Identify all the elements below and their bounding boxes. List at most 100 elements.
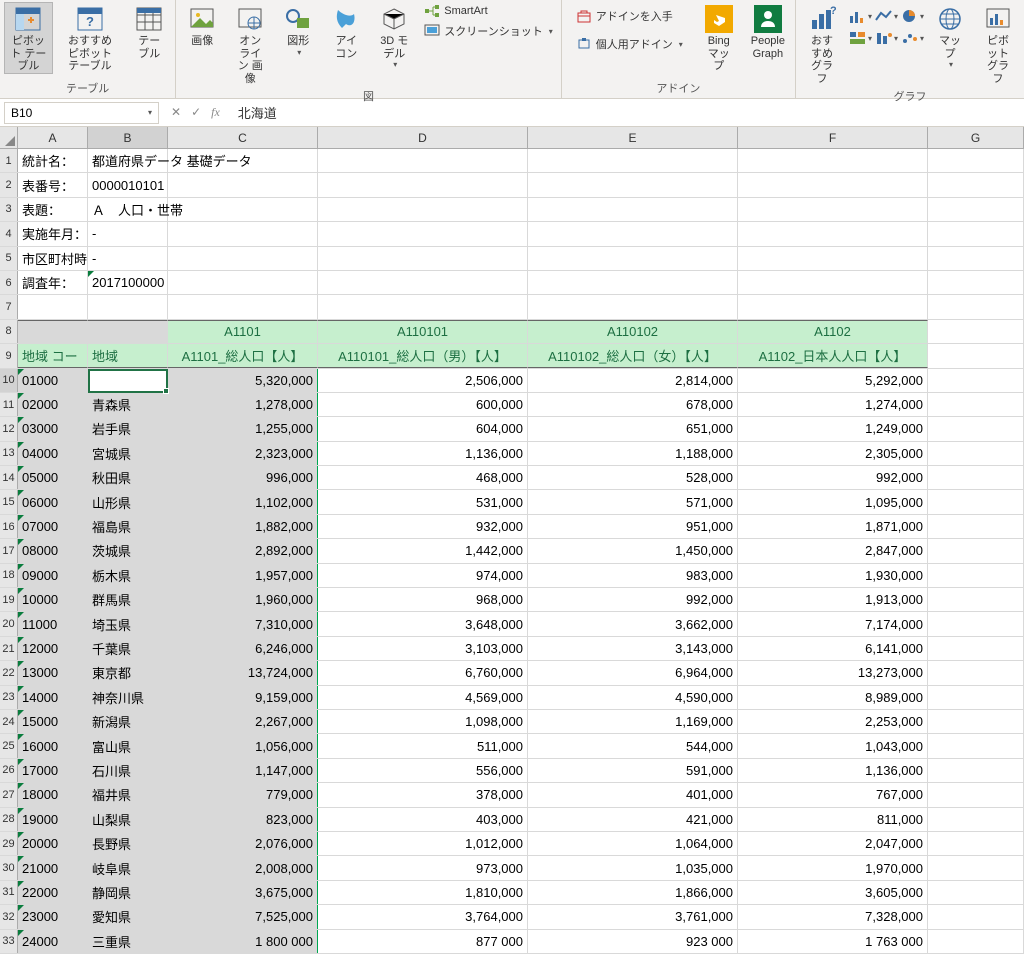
cell[interactable]	[928, 271, 1024, 294]
cell[interactable]: 1,957,000	[168, 564, 318, 587]
select-all-corner[interactable]	[0, 127, 18, 148]
cell[interactable]: 19000	[18, 808, 88, 831]
cell[interactable]: 3,648,000	[318, 612, 528, 635]
cell[interactable]: 2,305,000	[738, 442, 928, 465]
row-header[interactable]: 11	[0, 393, 18, 416]
cell[interactable]: 923 000	[528, 930, 738, 953]
cell[interactable]	[318, 198, 528, 221]
cell[interactable]: 974,000	[318, 564, 528, 587]
cell[interactable]: 16000	[18, 734, 88, 757]
cell[interactable]	[928, 247, 1024, 270]
pictures-button[interactable]: 画像	[180, 2, 224, 48]
cell[interactable]: 富山県	[88, 734, 168, 757]
icons-button[interactable]: アイ コン	[324, 2, 368, 60]
cell[interactable]: 877 000	[318, 930, 528, 953]
cell[interactable]: 983,000	[528, 564, 738, 587]
cell[interactable]	[928, 930, 1024, 953]
cell[interactable]: 4,590,000	[528, 686, 738, 709]
cell[interactable]: 地域 コー	[18, 344, 88, 367]
cell[interactable]	[928, 320, 1024, 343]
cell[interactable]: A1101_総人口【人】	[168, 344, 318, 367]
cell[interactable]	[928, 466, 1024, 489]
cell[interactable]: 1,871,000	[738, 515, 928, 538]
cell[interactable]	[528, 271, 738, 294]
cell[interactable]: 3,764,000	[318, 905, 528, 928]
cell[interactable]	[738, 173, 928, 196]
cell[interactable]	[928, 222, 1024, 245]
cell[interactable]	[528, 173, 738, 196]
table-button[interactable]: テーブル	[127, 2, 171, 60]
cell[interactable]	[928, 393, 1024, 416]
smartart-button[interactable]: SmartArt	[420, 2, 556, 20]
cell[interactable]: 2,076,000	[168, 832, 318, 855]
cell[interactable]	[168, 247, 318, 270]
cell[interactable]	[168, 295, 318, 318]
cell[interactable]: 24000	[18, 930, 88, 953]
cell[interactable]: 06000	[18, 490, 88, 513]
cell[interactable]: 2,892,000	[168, 539, 318, 562]
cell[interactable]: 531,000	[318, 490, 528, 513]
cell[interactable]: 2,323,000	[168, 442, 318, 465]
cell[interactable]	[928, 832, 1024, 855]
cell[interactable]: 12000	[18, 637, 88, 660]
cell[interactable]	[928, 295, 1024, 318]
cell[interactable]: 1,043,000	[738, 734, 928, 757]
row-header[interactable]: 13	[0, 442, 18, 465]
cell[interactable]	[88, 320, 168, 343]
cell[interactable]: 779,000	[168, 783, 318, 806]
cell[interactable]: 1,249,000	[738, 417, 928, 440]
3d-models-button[interactable]: 3D モデル▾	[372, 2, 416, 69]
cell[interactable]: 7,525,000	[168, 905, 318, 928]
cell[interactable]: 1 800 000	[168, 930, 318, 953]
cell[interactable]: 600,000	[318, 393, 528, 416]
cell[interactable]: 09000	[18, 564, 88, 587]
scatter-chart-button[interactable]: ▾	[900, 28, 924, 48]
cell[interactable]	[738, 149, 928, 172]
cell[interactable]: 651,000	[528, 417, 738, 440]
cell[interactable]	[928, 637, 1024, 660]
cell[interactable]: A110102_総人口（女）【人】	[528, 344, 738, 367]
cell[interactable]: 2017100000	[88, 271, 168, 294]
cell[interactable]: 1,882,000	[168, 515, 318, 538]
cell[interactable]: 992,000	[528, 588, 738, 611]
cell[interactable]	[928, 417, 1024, 440]
cell[interactable]: 1,102,000	[168, 490, 318, 513]
cell[interactable]: 1,095,000	[738, 490, 928, 513]
cell[interactable]: 1,278,000	[168, 393, 318, 416]
cell[interactable]: 678,000	[528, 393, 738, 416]
row-header[interactable]: 25	[0, 734, 18, 757]
cell[interactable]: 13,724,000	[168, 661, 318, 684]
cell[interactable]: 群馬県	[88, 588, 168, 611]
cell[interactable]: 2,008,000	[168, 856, 318, 879]
cell[interactable]	[168, 198, 318, 221]
cell[interactable]	[928, 710, 1024, 733]
row-header[interactable]: 2	[0, 173, 18, 196]
cell[interactable]: 1,169,000	[528, 710, 738, 733]
cell[interactable]: 511,000	[318, 734, 528, 757]
cell[interactable]: 3,143,000	[528, 637, 738, 660]
cell[interactable]: 福島県	[88, 515, 168, 538]
cell[interactable]	[928, 661, 1024, 684]
cell[interactable]	[318, 222, 528, 245]
cell[interactable]	[928, 783, 1024, 806]
cell[interactable]: 18000	[18, 783, 88, 806]
col-header-F[interactable]: F	[738, 127, 928, 148]
cell[interactable]: 17000	[18, 759, 88, 782]
cell[interactable]: 1,442,000	[318, 539, 528, 562]
cell[interactable]	[738, 271, 928, 294]
cell[interactable]: 08000	[18, 539, 88, 562]
cell[interactable]: 神奈川県	[88, 686, 168, 709]
cell[interactable]	[88, 295, 168, 318]
col-header-D[interactable]: D	[318, 127, 528, 148]
cell[interactable]: 宮城県	[88, 442, 168, 465]
cell[interactable]: 3,675,000	[168, 881, 318, 904]
cell[interactable]: 千葉県	[88, 637, 168, 660]
cell[interactable]: 1,136,000	[738, 759, 928, 782]
cell[interactable]: 11000	[18, 612, 88, 635]
cell[interactable]	[928, 149, 1024, 172]
cell[interactable]	[928, 588, 1024, 611]
cell[interactable]: 996,000	[168, 466, 318, 489]
cell[interactable]: 992,000	[738, 466, 928, 489]
online-pictures-button[interactable]: オンライン 画像	[228, 2, 272, 86]
cell[interactable]	[318, 149, 528, 172]
